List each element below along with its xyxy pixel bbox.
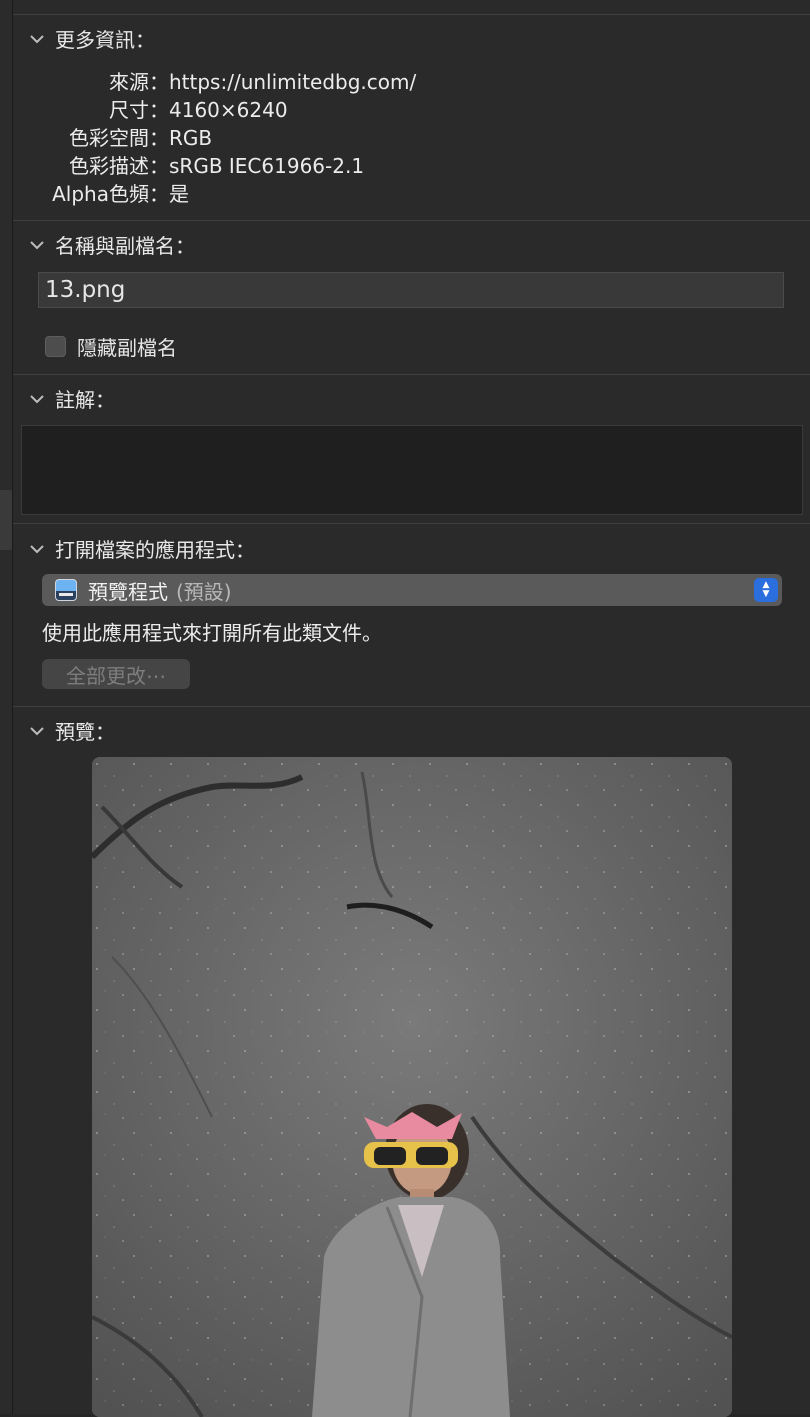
- info-key: 色彩描述：: [69, 154, 169, 178]
- change-all-button[interactable]: 全部更改⋯: [42, 659, 190, 689]
- info-row-alpha: Alpha色頻：是: [25, 178, 189, 207]
- chevron-down-icon: [30, 240, 44, 249]
- chevron-down-icon: [30, 34, 44, 43]
- divider: [13, 706, 810, 707]
- info-value: 4160×6240: [169, 98, 288, 122]
- divider: [13, 220, 810, 221]
- hide-extension-label[interactable]: 隱藏副檔名: [77, 332, 177, 361]
- app-name: 預覽程式: [88, 579, 168, 604]
- preview-app-icon: [55, 579, 77, 601]
- open-with-header[interactable]: 打開檔案的應用程式：: [29, 534, 255, 563]
- comments-header[interactable]: 註解：: [29, 384, 115, 413]
- filename-field[interactable]: 13.png: [38, 272, 784, 308]
- info-key: 來源：: [109, 70, 169, 94]
- more-info-title: 更多資訊：: [55, 28, 155, 52]
- get-info-panel: 更多資訊： 來源：https://unlimitedbg.com/ 尺寸：416…: [13, 0, 810, 1417]
- preview-title: 預覽：: [55, 720, 115, 744]
- open-with-description: 使用此應用程式來打開所有此類文件。: [42, 621, 382, 645]
- app-default-note: (預設): [176, 579, 232, 604]
- up-down-stepper-icon[interactable]: ▲ ▼: [754, 578, 778, 602]
- name-ext-header[interactable]: 名稱與副檔名：: [29, 230, 195, 259]
- hide-extension-checkbox[interactable]: [45, 336, 66, 357]
- info-key: 尺寸：: [109, 98, 169, 122]
- preview-image: [92, 757, 732, 1417]
- chevron-down-icon: [30, 544, 44, 553]
- open-with-app-select[interactable]: 預覽程式 (預設) ▲ ▼: [42, 574, 782, 606]
- info-key: Alpha色頻：: [52, 182, 169, 206]
- info-value: 是: [169, 182, 189, 206]
- background-window-strip: [0, 0, 13, 1414]
- open-with-title: 打開檔案的應用程式：: [55, 538, 255, 562]
- info-row-source: 來源：https://unlimitedbg.com/: [25, 66, 416, 95]
- info-value: https://unlimitedbg.com/: [169, 70, 417, 94]
- info-value: RGB: [169, 126, 213, 150]
- divider: [13, 523, 810, 524]
- chevron-down-icon: [30, 726, 44, 735]
- chevron-down-icon: [30, 394, 44, 403]
- name-ext-title: 名稱與副檔名：: [55, 234, 195, 258]
- info-row-color-space: 色彩空間：RGB: [25, 122, 212, 151]
- info-row-color-profile: 色彩描述：sRGB IEC61966-2.1: [25, 150, 364, 179]
- info-row-dimensions: 尺寸：4160×6240: [25, 94, 288, 123]
- info-value: sRGB IEC61966-2.1: [169, 154, 365, 178]
- info-key: 色彩空間：: [69, 126, 169, 150]
- more-info-header[interactable]: 更多資訊：: [29, 24, 155, 53]
- preview-header[interactable]: 預覽：: [29, 716, 115, 745]
- divider: [13, 374, 810, 375]
- comments-title: 註解：: [55, 388, 115, 412]
- comments-textarea[interactable]: [21, 425, 803, 515]
- top-divider: [13, 14, 810, 15]
- background-window-shade: [0, 490, 12, 550]
- hide-extension-row[interactable]: 隱藏副檔名: [45, 332, 177, 361]
